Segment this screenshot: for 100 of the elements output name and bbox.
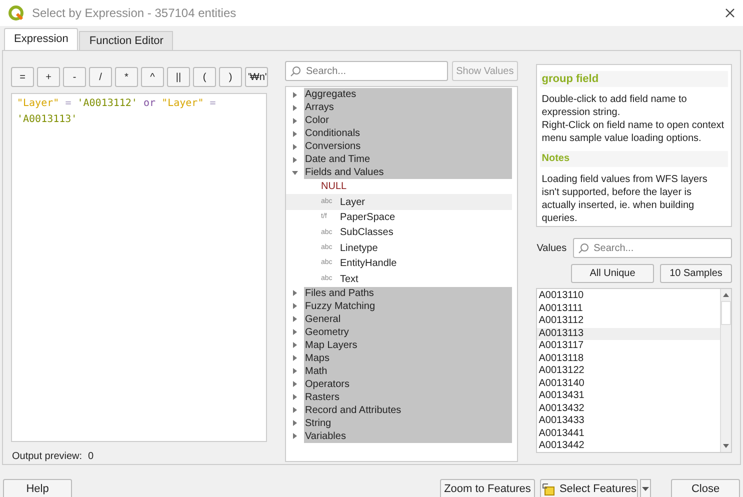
function-group[interactable]: Date and Time [304,153,512,166]
field-item[interactable]: NULL [286,179,512,194]
field-name: PaperSpace [340,210,396,225]
function-search-field[interactable]: Search... [285,61,448,81]
value-item[interactable]: A0013441 [536,428,720,440]
value-item[interactable]: A0013432 [536,402,720,415]
field-name: Linetype [340,242,378,256]
operator-button[interactable]: = [11,67,34,87]
operator-button[interactable]: * [115,67,138,87]
function-group[interactable]: Record and Attributes [304,404,512,417]
field-name: Layer [340,196,366,210]
close-button[interactable]: Close [671,479,740,497]
expand-arrow-icon[interactable] [293,130,297,136]
notes-title: Notes [540,151,728,167]
expand-arrow-icon[interactable] [293,368,297,374]
function-group[interactable]: General [304,312,512,326]
expand-arrow-icon[interactable] [293,290,297,296]
expand-arrow-icon[interactable] [293,144,297,150]
value-item[interactable]: A0013110 [536,290,720,302]
function-group[interactable]: Files and Paths [304,286,512,300]
expand-arrow-icon[interactable] [293,92,297,98]
expression-token: "Layer" [17,98,60,109]
expression-token: 'A0013113' [17,114,78,125]
value-item[interactable]: A0013431 [536,390,720,402]
output-preview-value: 0 [88,450,94,464]
scrollbar[interactable] [720,289,731,452]
expand-arrow-icon[interactable] [293,342,297,348]
search-icon [578,243,589,254]
app-logo-icon [8,5,24,21]
select-features-button[interactable]: Select Features [540,479,638,497]
expression-token: or [144,98,156,109]
expression-token: "Layer" [162,98,204,109]
function-group[interactable]: Conversions [304,140,512,153]
scroll-up-icon[interactable] [723,293,729,297]
expression-token: = [65,98,72,109]
field-name: Text [340,272,358,287]
value-item[interactable]: A0013113 [536,328,720,340]
close-icon[interactable] [725,8,735,18]
dropdown-button[interactable] [640,479,651,497]
operator-button[interactable]: / [89,67,112,87]
expression-token: 'A0013112' [77,98,138,109]
tab[interactable]: Function Editor [79,31,174,50]
operator-button[interactable]: ) [219,67,242,87]
help-button[interactable]: Help [3,479,72,497]
scroll-down-icon[interactable] [723,444,729,448]
operator-button[interactable]: ( [193,67,216,87]
values-search-field[interactable]: Search... [572,238,732,258]
function-group[interactable]: Maps [304,352,512,365]
operator-button[interactable]: ^ [141,67,164,87]
expand-arrow-icon[interactable] [293,355,297,362]
value-item[interactable]: A0013140 [536,378,720,390]
function-group[interactable]: Rasters [304,390,512,404]
expression-editor[interactable]: "Layer" = 'A0013112' or "Layer" = 'A0013113' [11,93,267,442]
value-item[interactable]: A0013122 [536,365,720,378]
value-item[interactable]: A0013111 [536,302,720,315]
operator-button[interactable]: || [167,67,190,87]
operator-button[interactable]: - [63,67,86,87]
value-item[interactable]: A0013112 [536,315,720,328]
zoom-to-features-button[interactable]: Zoom to Features [440,479,535,497]
expand-arrow-icon[interactable] [293,329,297,336]
value-item[interactable]: A0013117 [536,340,720,352]
samples-button[interactable]: 10 Samples [660,264,732,283]
function-group[interactable]: Aggregates [304,88,512,101]
operator-button[interactable]: + [37,67,60,87]
window-title: Select by Expression - 357104 entities [32,5,236,22]
expand-arrow-icon[interactable] [293,316,297,322]
expand-arrow-icon[interactable] [293,407,297,414]
collapse-arrow-icon[interactable] [292,170,298,174]
expand-arrow-icon[interactable] [293,394,297,400]
function-group[interactable]: Conditionals [304,127,512,140]
function-group[interactable]: Geometry [304,326,512,339]
values-label: Values [536,242,567,256]
field-name: EntityHandle [340,257,397,272]
select-features-icon [541,482,556,496]
function-group[interactable]: Color [304,114,512,127]
expand-arrow-icon[interactable] [293,433,297,440]
expand-arrow-icon[interactable] [293,118,297,124]
value-item[interactable]: A0013433 [536,415,720,428]
function-group[interactable]: String [304,416,512,430]
null-value: NULL [321,180,347,194]
function-group[interactable]: Fields and Values [304,166,512,179]
function-group[interactable]: Operators [304,378,512,391]
function-group[interactable]: Math [304,364,512,378]
expand-arrow-icon[interactable] [293,420,297,426]
function-group[interactable]: Fuzzy Matching [304,300,512,313]
expand-arrow-icon[interactable] [293,381,297,388]
function-group[interactable]: Arrays [304,101,512,114]
operator-button[interactable]: '₩n' [245,67,268,87]
function-group[interactable]: Variables [304,430,512,443]
value-item[interactable]: A0013442 [536,440,720,452]
expand-arrow-icon[interactable] [293,303,297,310]
expand-arrow-icon[interactable] [293,104,297,110]
help-text: Double-click to add field name to expression string. [542,93,688,119]
tab[interactable]: Expression [4,28,78,50]
expand-arrow-icon[interactable] [293,156,297,162]
output-preview-label: Output preview: [12,450,82,464]
all-unique-button[interactable]: All Unique [571,264,654,283]
value-item[interactable]: A0013118 [536,352,720,365]
scroll-thumb[interactable] [721,301,731,325]
function-group[interactable]: Map Layers [304,338,512,352]
